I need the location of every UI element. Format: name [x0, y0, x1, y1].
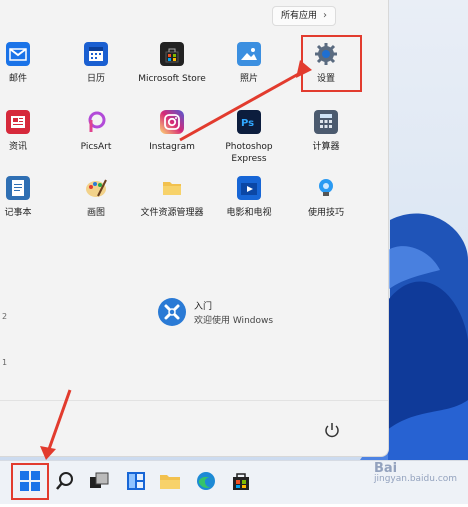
baidu-watermark: Bai jingyan.baidu.com	[374, 461, 458, 484]
task-view-icon	[90, 472, 109, 488]
store-icon	[233, 473, 249, 490]
file-explorer-icon	[160, 475, 180, 489]
start-highlight-box	[11, 463, 49, 500]
search-icon	[56, 472, 73, 490]
taskbar-file-explorer-button[interactable]	[158, 469, 182, 493]
taskbar-edge-button[interactable]	[194, 469, 218, 493]
annotation-arrows	[40, 60, 312, 460]
task-view-button[interactable]	[87, 469, 111, 493]
widgets-icon	[127, 472, 145, 490]
edge-icon	[197, 472, 215, 490]
widgets-button[interactable]	[124, 469, 148, 493]
taskbar-store-button[interactable]	[229, 469, 253, 493]
taskbar-search-button[interactable]	[53, 469, 77, 493]
